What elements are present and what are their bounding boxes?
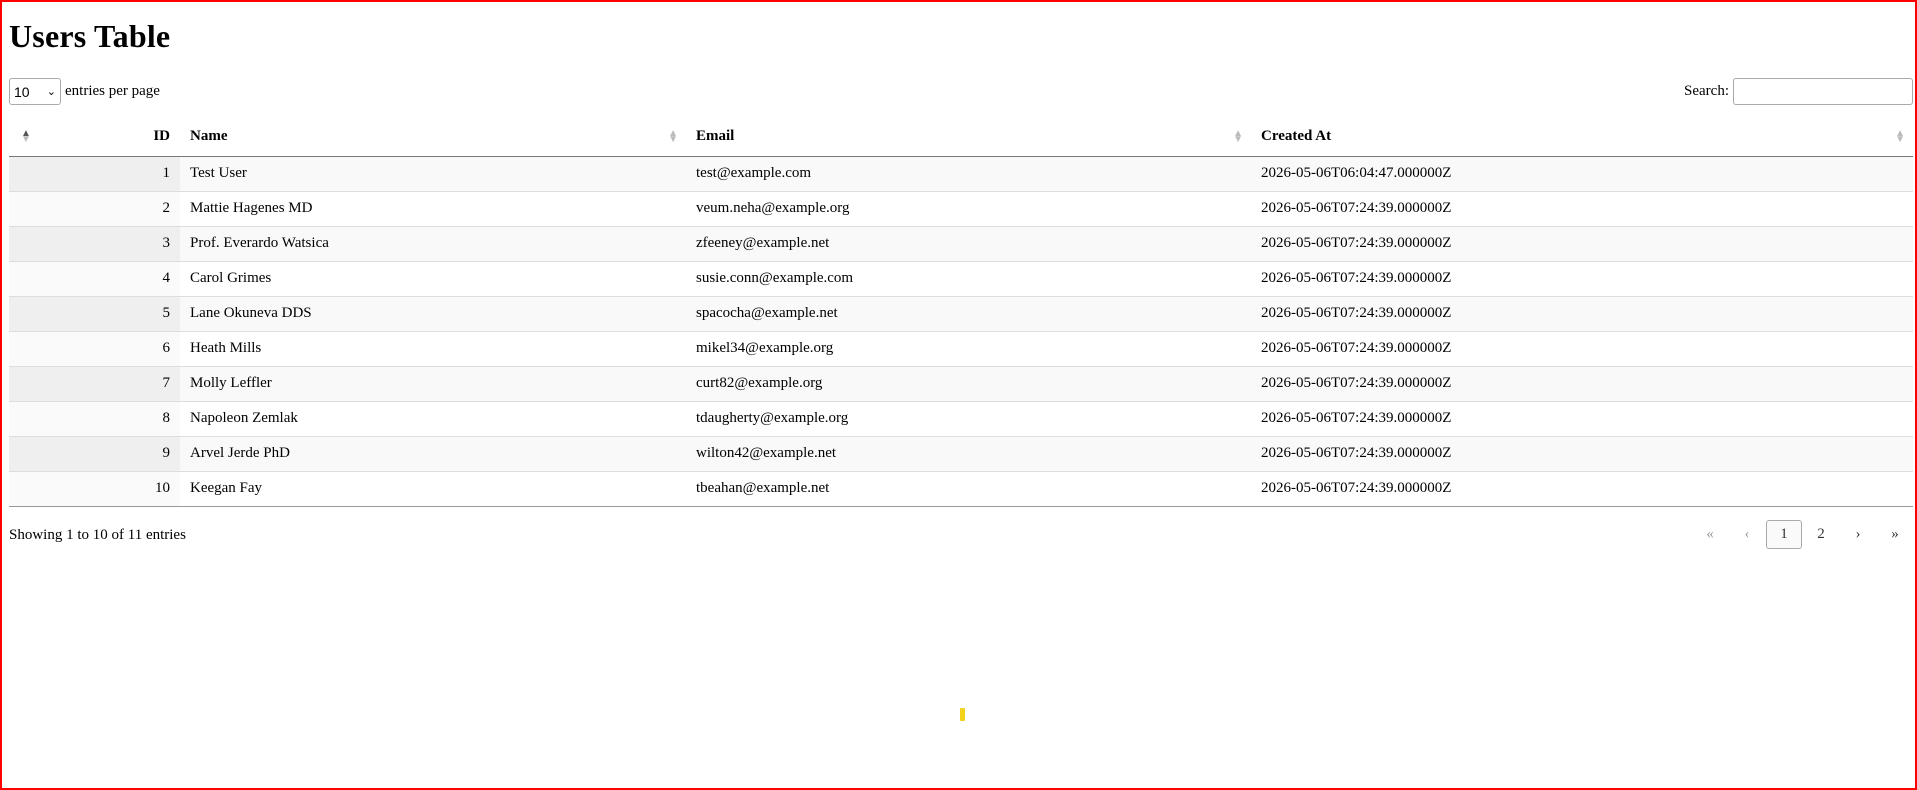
header-id-label: ID xyxy=(153,128,170,145)
cell-id: 10 xyxy=(39,471,180,507)
search-control: Search: xyxy=(1684,78,1913,105)
cell-id: 8 xyxy=(39,401,180,437)
table-row: 4 Carol Grimes susie.conn@example.com 2026-… xyxy=(9,261,1913,297)
cell-id: 9 xyxy=(39,436,180,472)
users-table: ▲ ▼ ID Name ▲ ▼ Email ▲ ▼ Created At ▲ ▼ 1 Te… xyxy=(9,118,1913,507)
pagination-first-button[interactable]: « xyxy=(1692,520,1728,549)
search-input[interactable] xyxy=(1733,78,1913,105)
sort-icon: ▲ ▼ xyxy=(668,127,678,145)
header-email[interactable]: Email ▲ ▼ xyxy=(686,118,1251,157)
header-created-at-label: Created At xyxy=(1261,128,1332,145)
pagination-page-1-button[interactable]: 1 xyxy=(1766,520,1802,549)
row-sort-cell xyxy=(9,471,39,507)
cell-email: tdaugherty@example.org xyxy=(686,401,1251,437)
table-row: 9 Arvel Jerde PhD wilton42@example.net 2026… xyxy=(9,436,1913,472)
sort-icon: ▲ ▼ xyxy=(21,127,31,145)
cell-id: 1 xyxy=(39,156,180,192)
table-header-row: ▲ ▼ ID Name ▲ ▼ Email ▲ ▼ Created At ▲ ▼ xyxy=(9,118,1913,157)
table-row: 8 Napoleon Zemlak tdaugherty@example.org 20… xyxy=(9,401,1913,437)
row-sort-cell xyxy=(9,226,39,262)
row-sort-cell xyxy=(9,156,39,192)
entries-per-page-label: entries per page xyxy=(65,83,160,99)
table-controls: 10 ⌄ entries per page Search: xyxy=(9,78,1913,106)
table-row: 7 Molly Leffler curt82@example.org 2026-05-… xyxy=(9,366,1913,402)
table-row: 1 Test User test@example.com 2026-05-06T06:… xyxy=(9,156,1913,192)
cell-email: wilton42@example.net xyxy=(686,436,1251,472)
cell-name: Keegan Fay xyxy=(180,471,686,507)
entries-per-page-value: 10 xyxy=(14,83,30,100)
table-row: 3 Prof. Everardo Watsica zfeeney@example.n… xyxy=(9,226,1913,262)
cell-created-at: 2026-05-06T07:24:39.000000Z xyxy=(1251,226,1913,262)
cell-id: 3 xyxy=(39,226,180,262)
table-row: 6 Heath Mills mikel34@example.org 2026-05-0… xyxy=(9,331,1913,367)
row-sort-cell xyxy=(9,296,39,332)
chevron-down-icon: ⌄ xyxy=(46,86,56,98)
cell-name: Mattie Hagenes MD xyxy=(180,191,686,227)
marker xyxy=(960,708,965,721)
cell-name: Carol Grimes xyxy=(180,261,686,297)
pagination-prev-button[interactable]: ‹ xyxy=(1729,520,1765,549)
cell-id: 4 xyxy=(39,261,180,297)
table-row: 5 Lane Okuneva DDS spacocha@example.net 202… xyxy=(9,296,1913,332)
entries-length-control: 10 ⌄ entries per page xyxy=(9,78,160,105)
table-row: 2 Mattie Hagenes MD veum.neha@example.org 2… xyxy=(9,191,1913,227)
cell-email: test@example.com xyxy=(686,156,1251,192)
cell-email: susie.conn@example.com xyxy=(686,261,1251,297)
header-name[interactable]: Name ▲ ▼ xyxy=(180,118,686,157)
sort-icon: ▲ ▼ xyxy=(1895,127,1905,145)
cell-email: zfeeney@example.net xyxy=(686,226,1251,262)
pagination-page-2-button[interactable]: 2 xyxy=(1803,520,1839,549)
cell-id: 2 xyxy=(39,191,180,227)
search-label: Search: xyxy=(1684,83,1729,99)
cell-created-at: 2026-05-06T07:24:39.000000Z xyxy=(1251,191,1913,227)
cell-email: tbeahan@example.net xyxy=(686,471,1251,507)
cell-created-at: 2026-05-06T07:24:39.000000Z xyxy=(1251,436,1913,472)
page-title: Users Table xyxy=(9,18,171,54)
row-sort-cell xyxy=(9,436,39,472)
cell-created-at: 2026-05-06T07:24:39.000000Z xyxy=(1251,401,1913,437)
cell-created-at: 2026-05-06T07:24:39.000000Z xyxy=(1251,366,1913,402)
header-name-label: Name xyxy=(190,128,228,145)
cell-created-at: 2026-05-06T07:24:39.000000Z xyxy=(1251,331,1913,367)
header-id[interactable]: ID xyxy=(39,118,180,157)
cell-name: Heath Mills xyxy=(180,331,686,367)
sort-icon: ▲ ▼ xyxy=(1233,127,1243,145)
header-sort-column[interactable]: ▲ ▼ xyxy=(9,118,39,157)
cell-name: Prof. Everardo Watsica xyxy=(180,226,686,262)
cell-created-at: 2026-05-06T06:04:47.000000Z xyxy=(1251,156,1913,192)
cell-name: Arvel Jerde PhD xyxy=(180,436,686,472)
header-email-label: Email xyxy=(696,128,735,145)
row-sort-cell xyxy=(9,401,39,437)
cell-email: spacocha@example.net xyxy=(686,296,1251,332)
table-info: Showing 1 to 10 of 11 entries xyxy=(9,527,186,543)
cell-name: Napoleon Zemlak xyxy=(180,401,686,437)
table-row: 10 Keegan Fay tbeahan@example.net 2026-05-0… xyxy=(9,471,1913,507)
row-sort-cell xyxy=(9,261,39,297)
pagination-next-button[interactable]: › xyxy=(1840,520,1876,549)
cell-id: 5 xyxy=(39,296,180,332)
cell-created-at: 2026-05-06T07:24:39.000000Z xyxy=(1251,471,1913,507)
cell-name: Lane Okuneva DDS xyxy=(180,296,686,332)
cell-email: veum.neha@example.org xyxy=(686,191,1251,227)
cell-email: mikel34@example.org xyxy=(686,331,1251,367)
cell-id: 7 xyxy=(39,366,180,402)
row-sort-cell xyxy=(9,191,39,227)
cell-created-at: 2026-05-06T07:24:39.000000Z xyxy=(1251,261,1913,297)
header-created-at[interactable]: Created At ▲ ▼ xyxy=(1251,118,1913,157)
entries-per-page-select[interactable]: 10 ⌄ xyxy=(9,78,61,105)
cell-id: 6 xyxy=(39,331,180,367)
cell-name: Molly Leffler xyxy=(180,366,686,402)
table-body: 1 Test User test@example.com 2026-05-06T06:… xyxy=(9,156,1913,507)
cell-name: Test User xyxy=(180,156,686,192)
cell-created-at: 2026-05-06T07:24:39.000000Z xyxy=(1251,296,1913,332)
pagination-last-button[interactable]: » xyxy=(1877,520,1913,549)
cell-email: curt82@example.org xyxy=(686,366,1251,402)
row-sort-cell xyxy=(9,366,39,402)
pagination: « ‹ 1 2 › » xyxy=(1691,520,1913,549)
row-sort-cell xyxy=(9,331,39,367)
